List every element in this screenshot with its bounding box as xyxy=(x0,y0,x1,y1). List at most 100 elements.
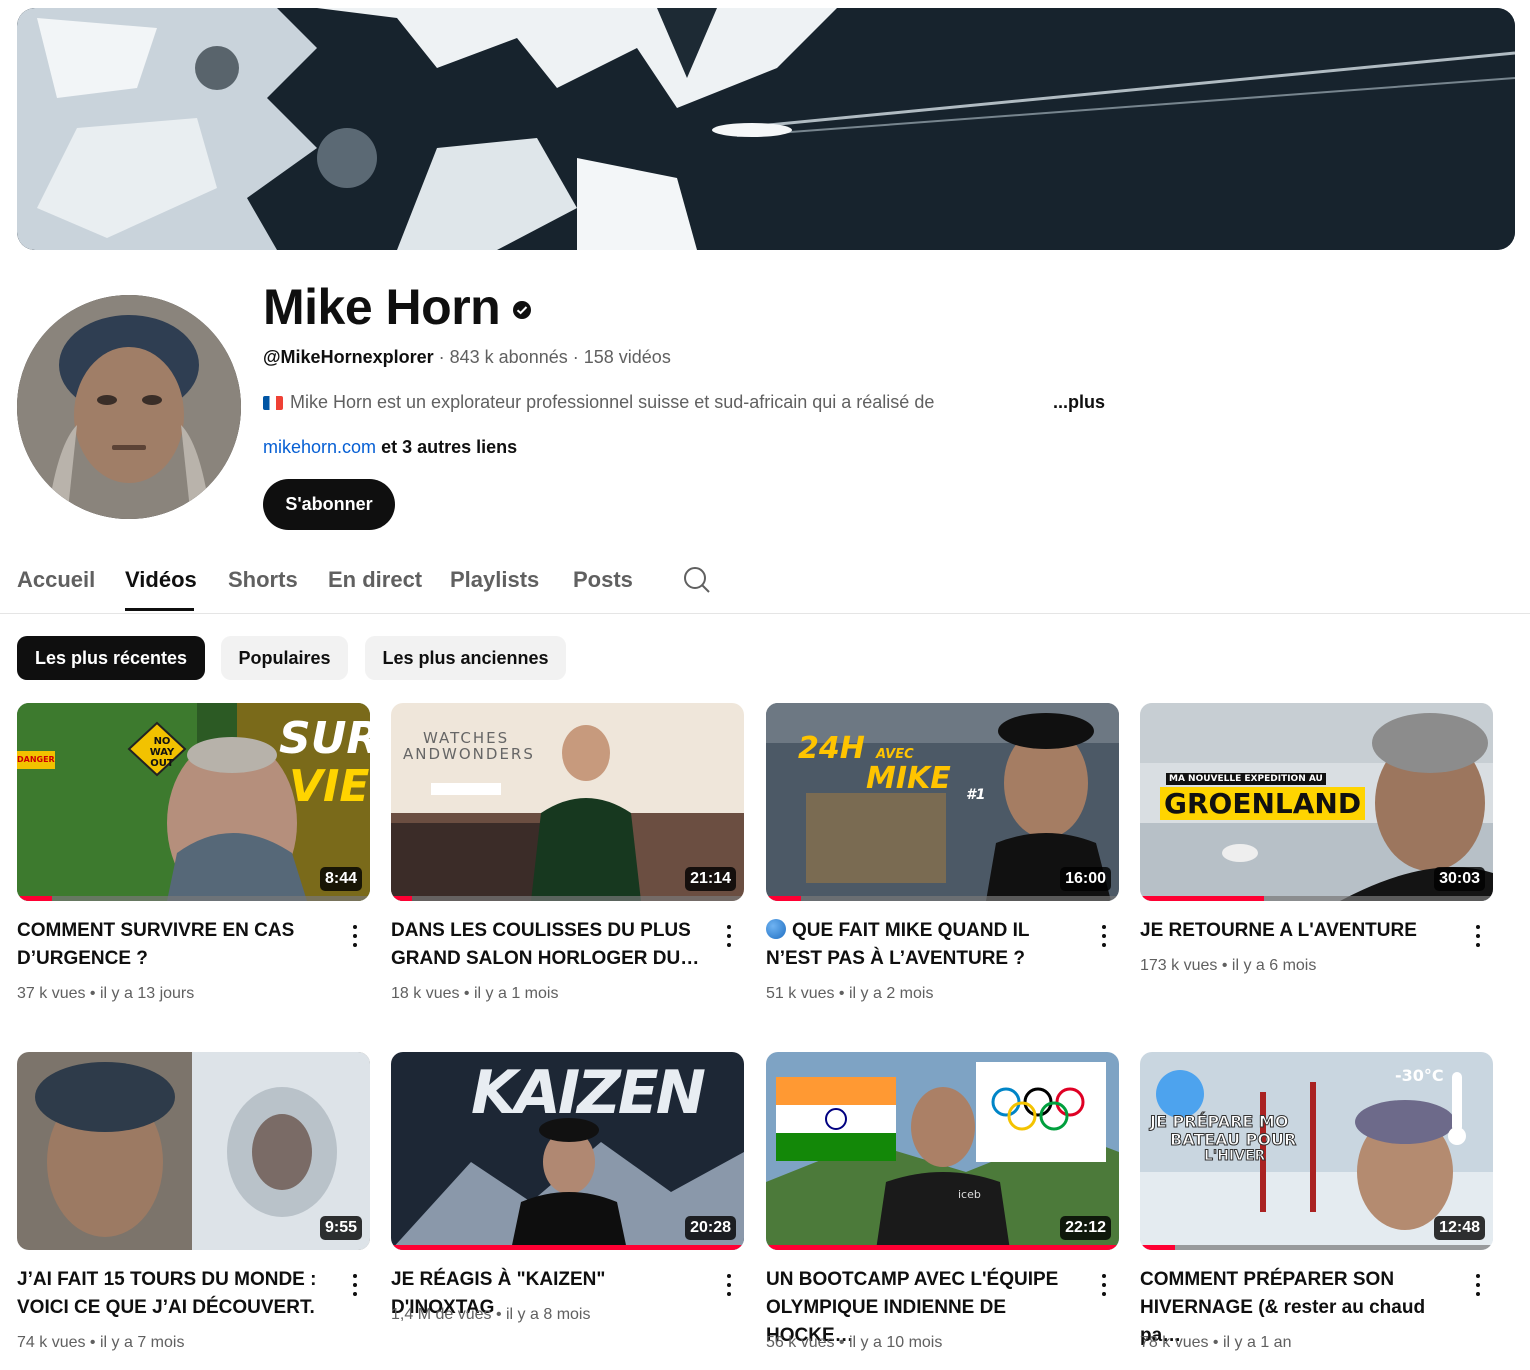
thumb-bateau: BATEAU POUR xyxy=(1169,1130,1297,1150)
subscriber-count: 843 k abonnés xyxy=(449,347,568,367)
video-duration: 20:28 xyxy=(685,1216,736,1240)
more-actions-icon[interactable] xyxy=(1475,925,1481,947)
video-duration: 22:12 xyxy=(1060,1216,1111,1240)
video-stats: 56 k vues • il y a 10 mois xyxy=(766,1334,943,1351)
thumb-wonders: ANDWONDERS xyxy=(403,745,535,763)
video-age: il y a 7 mois xyxy=(99,1334,185,1351)
video-duration: 30:03 xyxy=(1434,867,1485,891)
thumb-avec: AVEC xyxy=(876,747,914,762)
chip-les-plus-anciennes[interactable]: Les plus anciennes xyxy=(365,636,566,680)
thumb-iceb: iceb xyxy=(958,1188,981,1201)
thumb-ma-nouvelle: MA NOUVELLE EXPEDITION AU xyxy=(1166,773,1326,785)
video-views: 37 k vues xyxy=(17,985,86,1002)
video-thumbnail[interactable]: KAIZEN 20:28 xyxy=(391,1052,744,1250)
thumb-temperature: -30°C xyxy=(1395,1066,1444,1085)
danger-sign: DANGER xyxy=(17,755,55,764)
watch-progress xyxy=(391,1245,744,1250)
watch-progress xyxy=(1140,896,1264,901)
description-more-link[interactable]: ...plus xyxy=(1053,392,1105,413)
video-views: 1,4 M de vues xyxy=(391,1306,492,1323)
tab-accueil[interactable]: Accueil xyxy=(17,567,95,593)
more-actions-icon[interactable] xyxy=(1101,925,1107,947)
more-actions-icon[interactable] xyxy=(1101,1274,1107,1296)
channel-meta: @MikeHornexplorer · 843 k abonnés · 158 … xyxy=(263,347,671,368)
subscribe-button[interactable]: S'abonner xyxy=(263,479,395,530)
video-thumbnail[interactable]: MA NOUVELLE EXPEDITION AU GROENLAND 30:0… xyxy=(1140,703,1493,901)
video-age: il y a 10 mois xyxy=(848,1334,943,1351)
tabs-divider xyxy=(0,613,1530,614)
video-thumbnail[interactable]: JE PRÉPARE MO BATEAU POUR L'HIVER -30°C … xyxy=(1140,1052,1493,1250)
watch-progress xyxy=(1140,1245,1176,1250)
thumb-mike: MIKE xyxy=(866,761,951,796)
thumb-kaizen: KAIZEN xyxy=(471,1058,706,1128)
video-age: il y a 1 an xyxy=(1222,1334,1292,1351)
website-link[interactable]: mikehorn.com xyxy=(263,437,376,457)
video-title[interactable]: DANS LES COULISSES DU PLUS GRAND SALON H… xyxy=(391,917,709,973)
watch-progress-track xyxy=(766,1245,1119,1250)
watch-progress-track xyxy=(1140,896,1493,901)
video-title[interactable]: QUE FAIT MIKE QUAND IL N’EST PAS À L’AVE… xyxy=(766,917,1084,973)
more-actions-icon[interactable] xyxy=(1475,1274,1481,1296)
thumb-vie: VIE xyxy=(289,761,370,812)
video-stats: 1,4 M de vues • il y a 8 mois xyxy=(391,1306,591,1323)
video-thumbnail[interactable]: NO WAY OUT DANGER SUR VIE 8:44 xyxy=(17,703,370,901)
video-thumbnail[interactable]: 24H AVEC MIKE #1 16:00 xyxy=(766,703,1119,901)
video-title[interactable]: J’AI FAIT 15 TOURS DU MONDE : VOICI CE Q… xyxy=(17,1266,335,1322)
channel-avatar[interactable] xyxy=(17,295,241,519)
video-thumbnail[interactable]: WATCHES ANDWONDERS 21:14 xyxy=(391,703,744,901)
other-links[interactable]: et 3 autres liens xyxy=(381,437,517,457)
video-stats: 18 k vues • il y a 1 mois xyxy=(391,985,559,1002)
video-title[interactable]: COMMENT SURVIVRE EN CAS D’URGENCE ? xyxy=(17,917,335,973)
video-thumbnail[interactable]: 9:55 xyxy=(17,1052,370,1250)
video-title[interactable]: JE RETOURNE A L'AVENTURE xyxy=(1140,917,1458,945)
watch-progress xyxy=(766,896,802,901)
tab-shorts[interactable]: Shorts xyxy=(228,567,298,593)
verified-icon xyxy=(513,301,532,319)
channel-name-text: Mike Horn xyxy=(263,279,501,335)
video-age: il y a 6 mois xyxy=(1231,957,1317,974)
watch-progress xyxy=(391,896,413,901)
video-stats: 51 k vues • il y a 2 mois xyxy=(766,985,934,1002)
thumb-number-one: #1 xyxy=(966,787,986,803)
video-age: il y a 8 mois xyxy=(506,1306,591,1323)
video-stats: 78 k vues • il y a 1 an xyxy=(1140,1334,1292,1351)
video-stats: 74 k vues • il y a 7 mois xyxy=(17,1334,185,1351)
search-icon[interactable] xyxy=(683,566,711,594)
video-stats: 173 k vues • il y a 6 mois xyxy=(1140,957,1317,974)
video-age: il y a 13 jours xyxy=(99,985,195,1002)
more-actions-icon[interactable] xyxy=(352,925,358,947)
description-text: Mike Horn est un explorateur professionn… xyxy=(290,392,935,412)
more-actions-icon[interactable] xyxy=(726,925,732,947)
no-way-out-sign: NO WAY OUT xyxy=(149,736,175,769)
watch-progress xyxy=(17,896,53,901)
video-stats: 37 k vues • il y a 13 jours xyxy=(17,985,195,1002)
video-count: 158 vidéos xyxy=(583,347,671,367)
channel-links: mikehorn.com et 3 autres liens xyxy=(263,437,517,458)
video-duration: 9:55 xyxy=(319,1216,362,1240)
channel-name: Mike Horn xyxy=(263,278,532,336)
video-duration: 16:00 xyxy=(1060,867,1111,891)
watch-progress xyxy=(766,1245,1119,1250)
more-actions-icon[interactable] xyxy=(352,1274,358,1296)
more-actions-icon[interactable] xyxy=(726,1274,732,1296)
watch-progress-track xyxy=(391,896,744,901)
video-duration: 21:14 xyxy=(685,867,736,891)
watch-progress-track xyxy=(766,896,1119,901)
channel-description[interactable]: Mike Horn est un explorateur professionn… xyxy=(263,392,934,413)
video-age: il y a 2 mois xyxy=(848,985,934,1002)
video-views: 51 k vues xyxy=(766,985,835,1002)
france-flag-icon xyxy=(263,395,283,410)
tab-videos[interactable]: Vidéos xyxy=(125,567,197,593)
channel-handle: @MikeHornexplorer xyxy=(263,347,434,367)
tab-posts[interactable]: Posts xyxy=(573,567,633,593)
video-views: 56 k vues xyxy=(766,1334,835,1351)
chip-populaires[interactable]: Populaires xyxy=(221,636,348,680)
thumb-hiver: L'HIVER xyxy=(1203,1148,1266,1165)
video-thumbnail[interactable]: iceb 22:12 xyxy=(766,1052,1119,1250)
tab-playlists[interactable]: Playlists xyxy=(450,567,539,593)
watch-progress-track xyxy=(1140,1245,1493,1250)
thumb-je-prepare: JE PRÉPARE MO xyxy=(1149,1112,1289,1132)
tab-en-direct[interactable]: En direct xyxy=(328,567,422,593)
video-duration: 8:44 xyxy=(319,867,362,891)
chip-les-plus-recentes[interactable]: Les plus récentes xyxy=(17,636,205,680)
